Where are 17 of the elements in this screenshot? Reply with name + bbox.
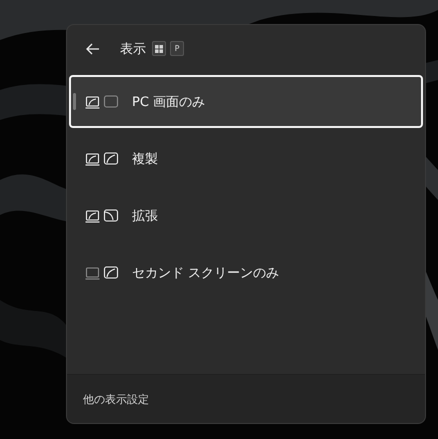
windows-key-icon — [152, 41, 166, 56]
monitors-icon — [85, 208, 119, 222]
monitors-icon — [85, 152, 119, 166]
option-label: 複製 — [132, 150, 158, 168]
option-label: PC 画面のみ — [132, 94, 206, 110]
monitors-icon — [85, 94, 119, 108]
more-display-settings-link[interactable]: 他の表示設定 — [83, 392, 149, 406]
monitors-icon — [85, 266, 119, 280]
display-mode-option[interactable]: 拡張 — [69, 189, 423, 242]
panel-title: 表示 — [120, 40, 146, 58]
option-label: セカンド スクリーンのみ — [132, 264, 280, 282]
back-icon[interactable] — [84, 40, 102, 56]
display-mode-option[interactable]: PC 画面のみ — [69, 75, 423, 128]
keyboard-key: P — [170, 41, 184, 56]
display-mode-option[interactable]: 複製 — [69, 132, 423, 185]
option-label: 拡張 — [132, 208, 158, 224]
display-mode-option[interactable]: セカンド スクリーンのみ — [69, 246, 423, 299]
